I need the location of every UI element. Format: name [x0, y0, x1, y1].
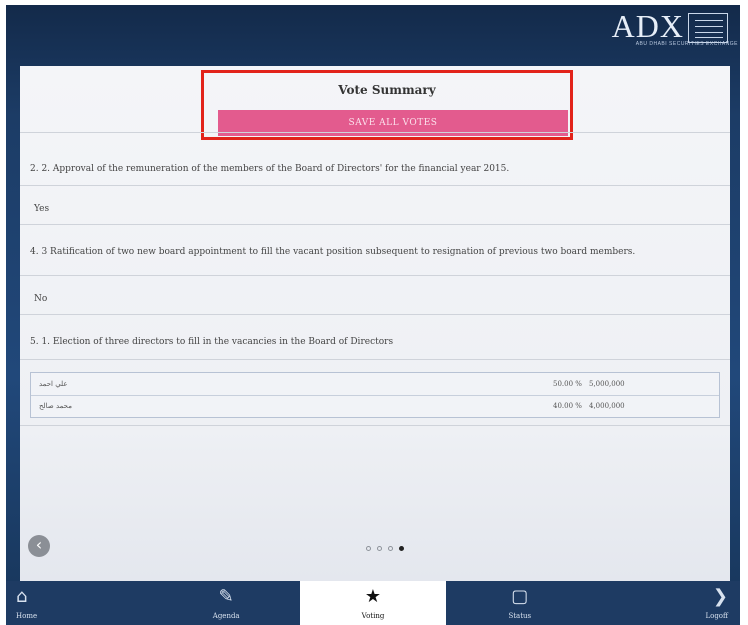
chevron-right-icon: ❯	[712, 586, 728, 607]
page-indicator	[366, 546, 404, 551]
logo-text: ADX	[611, 8, 684, 44]
votes-table: علي احمد 50.00 % 5,000,000 محمد صالح 40.…	[30, 372, 720, 418]
candidate-name: علي احمد	[39, 380, 68, 388]
agenda-icon: ✎	[218, 586, 234, 607]
answer-text: Yes	[34, 204, 50, 214]
nav-status[interactable]: ▢ Status	[446, 581, 593, 625]
home-icon: ⌂	[16, 586, 28, 607]
question-text: 5. 1. Election of three directors to fil…	[30, 337, 394, 347]
vote-amount: 5,000,000	[589, 380, 625, 388]
adx-logo: ADX	[611, 8, 728, 44]
bottom-nav-bar: ⌂ Home ✎ Agenda ★ Voting ▢ Status ❯ Logo…	[6, 581, 740, 625]
nav-label: Logoff	[705, 612, 728, 620]
divider	[20, 132, 730, 133]
nav-label: Status	[508, 612, 532, 620]
vote-percent: 50.00 %	[553, 380, 582, 388]
divider	[20, 425, 730, 426]
nav-home[interactable]: ⌂ Home	[6, 581, 153, 625]
table-row: محمد صالح 40.00 % 4,000,000	[31, 395, 719, 417]
divider	[20, 314, 730, 315]
nav-label: Home	[16, 612, 38, 620]
document-icon: ▢	[511, 586, 529, 607]
vote-percent: 40.00 %	[553, 402, 582, 410]
divider	[20, 224, 730, 225]
back-arrow-icon[interactable]: ‹	[28, 535, 50, 557]
nav-label: Agenda	[212, 612, 240, 620]
divider	[20, 359, 730, 360]
nav-agenda[interactable]: ✎ Agenda	[153, 581, 300, 625]
star-icon: ★	[364, 586, 382, 607]
logo-emblem-icon	[688, 13, 728, 43]
vote-amount: 4,000,000	[589, 402, 625, 410]
table-row: علي احمد 50.00 % 5,000,000	[31, 373, 719, 396]
logo-subtitle: ABU DHABI SECURITIES EXCHANGE	[635, 41, 738, 47]
question-text: 2. 2. Approval of the remuneration of th…	[30, 164, 510, 174]
vote-summary-title: Vote Summary	[338, 83, 436, 97]
divider	[20, 275, 730, 276]
content-panel: Vote Summary SAVE ALL VOTES 2. 2. Approv…	[20, 66, 730, 581]
nav-logoff[interactable]: ❯ Logoff	[593, 581, 740, 625]
answer-text: No	[34, 294, 48, 304]
divider	[20, 185, 730, 186]
page-dot-active[interactable]	[399, 546, 404, 551]
top-bar: ADX ABU DHABI SECURITIES EXCHANGE	[6, 5, 740, 57]
page-dot[interactable]	[366, 546, 371, 551]
page-dot[interactable]	[388, 546, 393, 551]
nav-voting[interactable]: ★ Voting	[299, 581, 447, 625]
page-dot[interactable]	[377, 546, 382, 551]
vote-summary-box: Vote Summary SAVE ALL VOTES	[201, 70, 573, 140]
question-text: 4. 3 Ratification of two new board appoi…	[30, 247, 636, 257]
candidate-name: محمد صالح	[39, 402, 72, 410]
app-window: ADX ABU DHABI SECURITIES EXCHANGE Vote S…	[6, 5, 740, 625]
nav-label: Voting	[361, 612, 385, 620]
